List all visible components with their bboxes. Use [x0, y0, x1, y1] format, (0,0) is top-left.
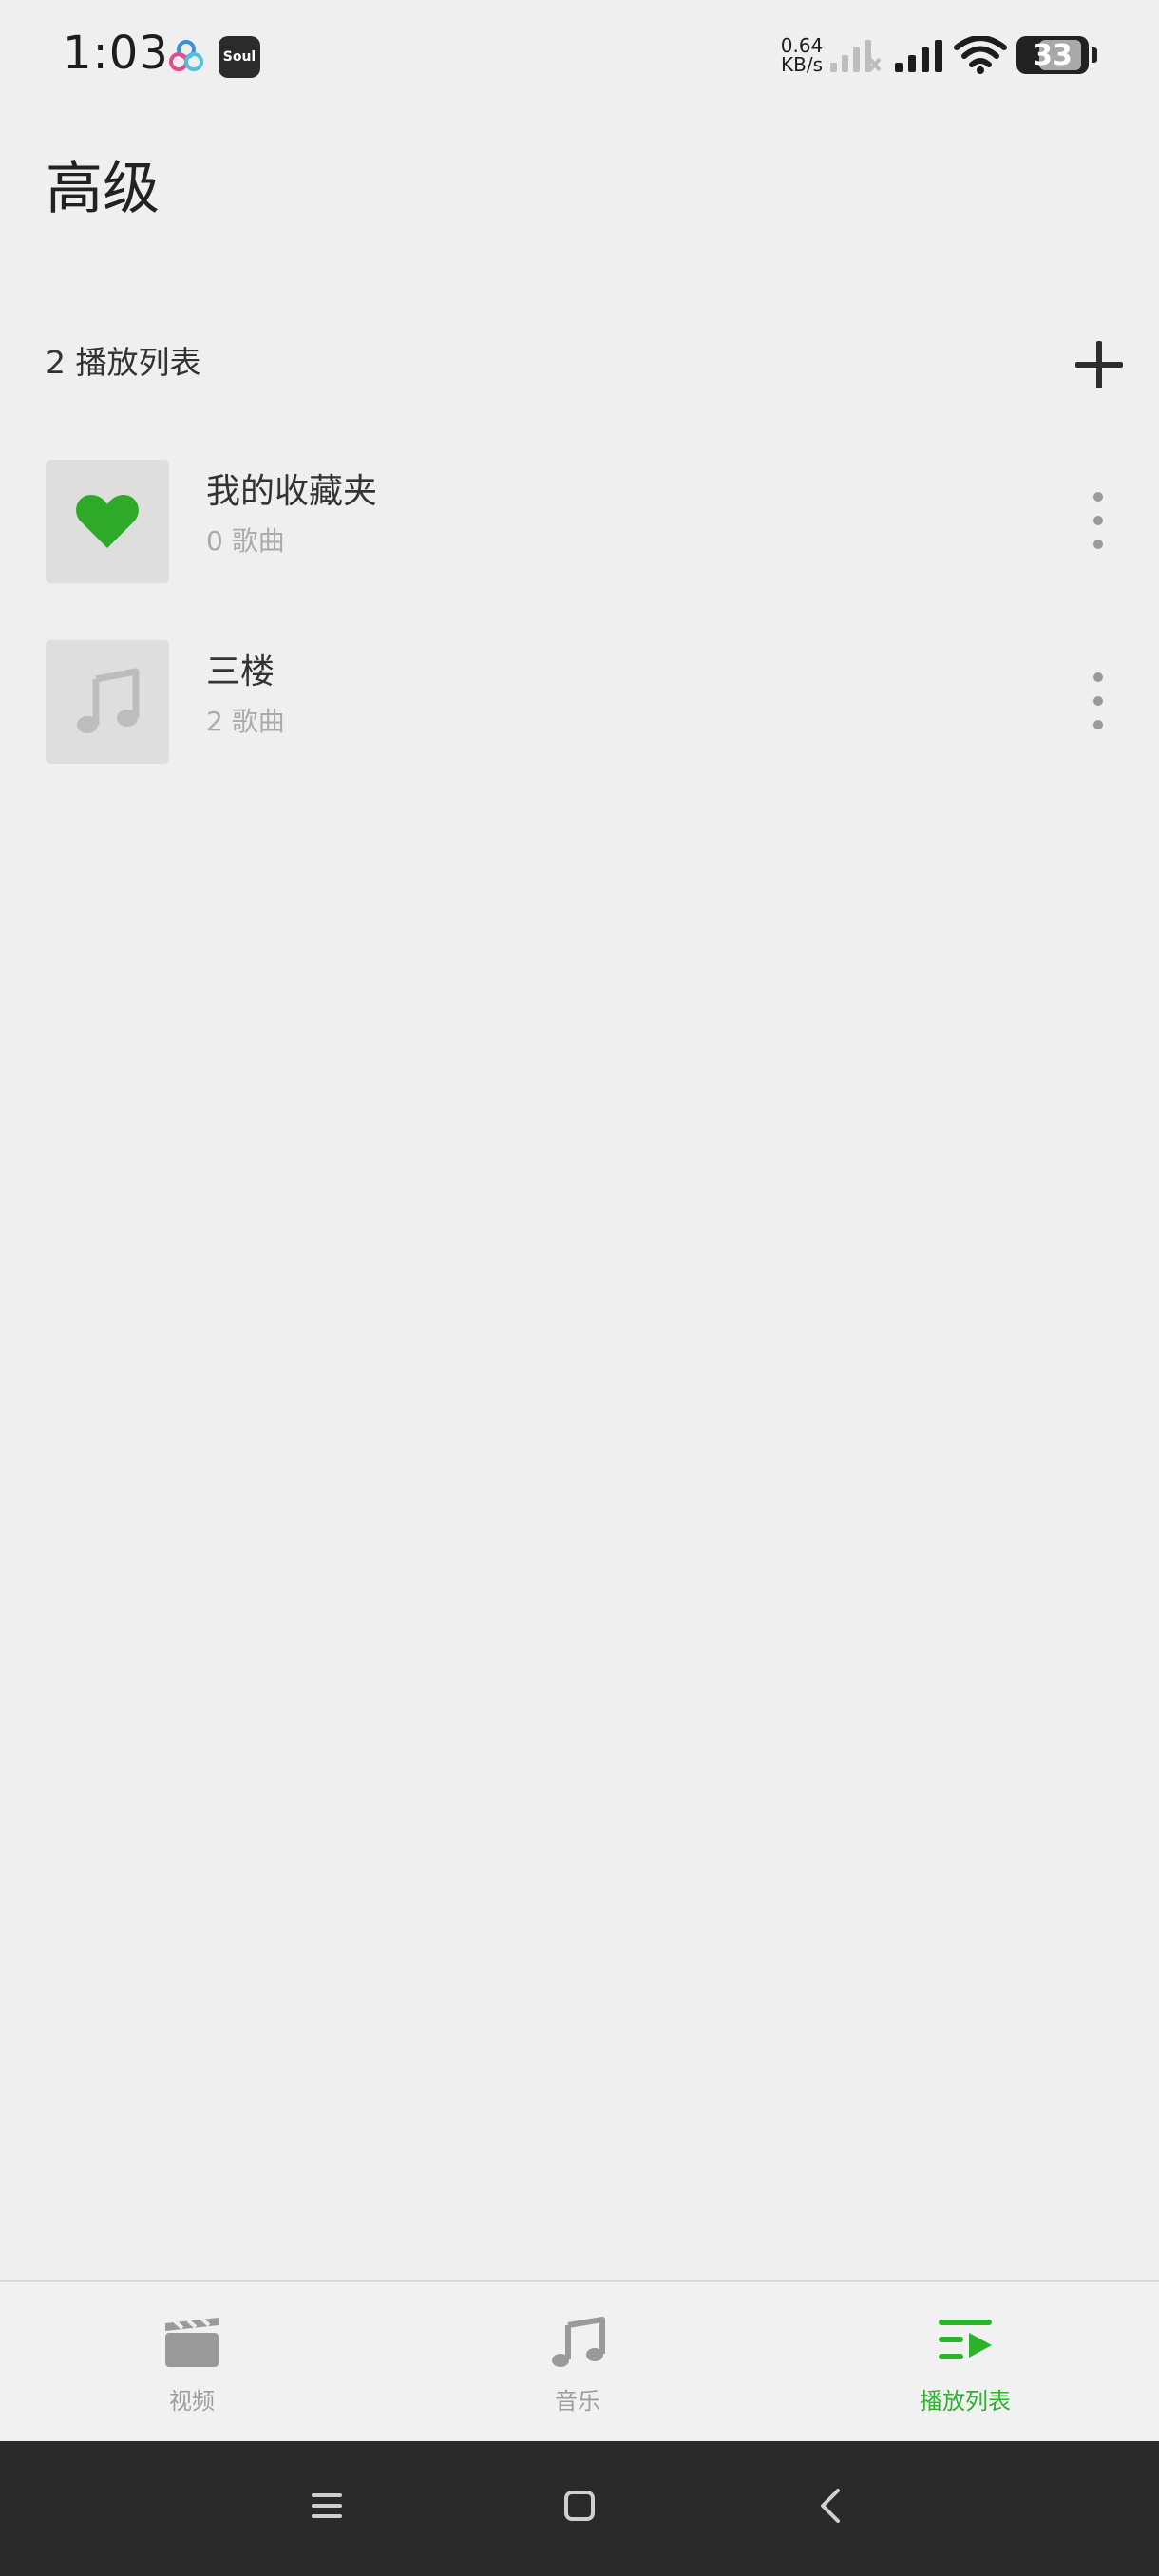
playlist-title: 三楼 [206, 653, 276, 691]
status-bar: 1:03 Soul 0.64 KB/s 33 [0, 0, 1159, 114]
wifi-icon [954, 35, 1007, 78]
more-options-button[interactable] [1074, 672, 1123, 729]
menu-icon [312, 2493, 342, 2518]
battery-icon: 33 [1016, 36, 1089, 74]
playlist-song-count: 2 歌曲 [206, 706, 285, 737]
more-options-button[interactable] [1074, 492, 1123, 549]
playlist-count-label: 2 播放列表 [46, 344, 201, 381]
playlist-item-favorites[interactable]: 我的收藏夹 0 歌曲 [0, 450, 1159, 631]
music-note-icon [552, 2317, 605, 2367]
playlist-item-sanlou[interactable]: 三楼 2 歌曲 [0, 631, 1159, 811]
playlist-song-count: 0 歌曲 [206, 525, 285, 557]
playlist-icon [939, 2320, 992, 2359]
music-note-icon [77, 668, 140, 733]
playlist-thumbnail [46, 640, 169, 764]
tab-music[interactable]: 音乐 [435, 2282, 720, 2443]
playlist-title: 我的收藏夹 [206, 472, 378, 511]
tab-label: 视频 [169, 2388, 215, 2415]
system-navigation-bar [0, 2441, 1159, 2576]
notification-app-icon [165, 36, 207, 78]
heart-icon [76, 495, 139, 548]
recents-button[interactable] [298, 2477, 355, 2534]
add-playlist-button[interactable] [1072, 337, 1127, 392]
tab-label: 播放列表 [920, 2388, 1011, 2415]
tab-video[interactable]: 视频 [49, 2282, 334, 2443]
signal-sim2-icon [893, 38, 946, 76]
home-button[interactable] [551, 2477, 608, 2534]
playlist-thumbnail [46, 460, 169, 583]
battery-tip [1092, 47, 1097, 63]
back-button[interactable] [804, 2477, 861, 2534]
network-speed-value: 0.64 [780, 34, 824, 57]
page-title: 高级 [46, 156, 160, 222]
tab-label: 音乐 [555, 2388, 600, 2415]
status-time: 1:03 [63, 27, 169, 80]
signal-sim1-icon [828, 38, 882, 76]
network-speed-unit: KB/s [781, 53, 823, 76]
tab-playlist[interactable]: 播放列表 [823, 2282, 1108, 2443]
battery-percent: 33 [1033, 38, 1073, 72]
bottom-navigation: 视频 音乐 播放列表 [0, 2280, 1159, 2443]
chevron-left-icon [821, 2489, 840, 2523]
network-speed: 0.64 KB/s [773, 36, 830, 74]
more-vert-icon [1093, 672, 1103, 682]
clapperboard-icon [165, 2317, 218, 2367]
home-square-icon [564, 2491, 595, 2521]
playlist-list: 我的收藏夹 0 歌曲 三楼 2 歌曲 [0, 450, 1159, 811]
more-vert-icon [1093, 492, 1103, 502]
soul-app-icon: Soul [218, 36, 260, 78]
